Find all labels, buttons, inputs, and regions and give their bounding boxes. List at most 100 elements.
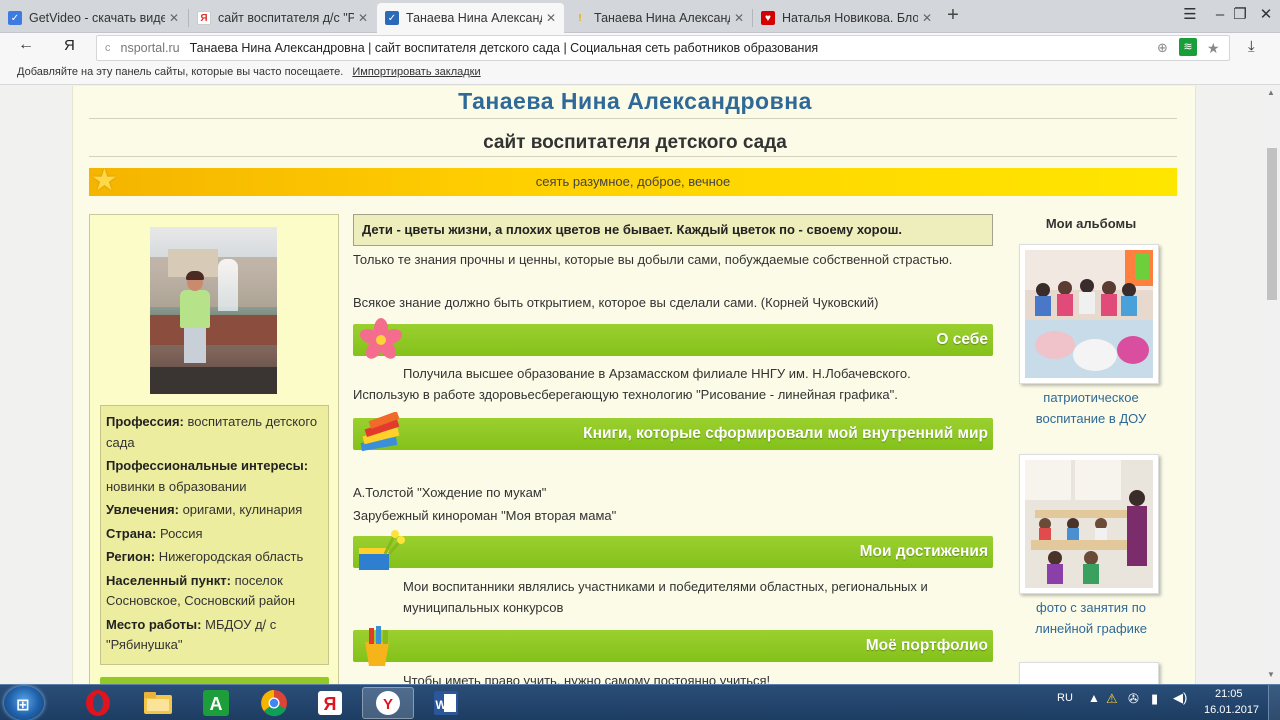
restore-icon[interactable]: ❐ [1226, 4, 1254, 26]
profile-interests: Профессиональные интересы: новинки в обр… [106, 456, 323, 497]
explorer-taskbar-button[interactable] [132, 687, 184, 719]
protect-icon[interactable]: ⊕ [1157, 40, 1168, 56]
yandex-logo-icon[interactable]: Я [64, 37, 75, 54]
close-tab-icon[interactable]: ✕ [734, 11, 744, 25]
star-icon: ★ [91, 164, 118, 197]
download-icon[interactable]: ⤓ [1248, 38, 1255, 55]
windows-taskbar: ⊞ A Я Y W RU ▲ ⚠ ✇ ▮ ◀) 21:05 16.01.2017 [0, 684, 1280, 720]
yandex-browser-icon: Y [376, 691, 400, 715]
close-tab-icon[interactable]: ✕ [922, 11, 932, 25]
album-caption[interactable]: патриотическое воспитание в ДОУ [1011, 388, 1171, 429]
clock-time[interactable]: 21:05 [1215, 688, 1243, 700]
show-hidden-icons-icon[interactable]: ▲ [1088, 691, 1100, 705]
hobbies-value: оригами, кулинария [182, 502, 303, 517]
show-desktop-button[interactable] [1268, 685, 1280, 720]
getvideo-favicon-icon: ✓ [8, 11, 22, 25]
achievements-paragraph: Мои воспитанники являлись участниками и … [403, 579, 928, 615]
svg-text:Я: Я [324, 694, 337, 714]
import-bookmarks-link[interactable]: Импортировать закладки [352, 66, 480, 78]
opera-taskbar-button[interactable] [72, 687, 124, 719]
fountain [218, 259, 238, 311]
warning-tray-icon[interactable]: ⚠ [1106, 691, 1118, 707]
profile-info: Профессия: воспитатель детского сада Про… [100, 405, 329, 665]
profile-region: Регион: Нижегородская область [106, 547, 323, 568]
portfolio-paragraph: Чтобы иметь право учить, нужно самому по… [403, 673, 771, 684]
interests-label: Профессиональные интересы: [106, 458, 309, 473]
pencil-cup-icon [365, 626, 389, 666]
wall [150, 315, 277, 345]
network-signal-icon[interactable]: ▮ [1151, 691, 1158, 707]
page-scrollbar[interactable]: ▲ ▼ [1264, 86, 1280, 684]
scroll-up-icon[interactable]: ▲ [1267, 88, 1275, 97]
bookmark-star-icon[interactable]: ★ [1207, 40, 1220, 57]
flower-icon [359, 318, 403, 359]
language-indicator[interactable]: RU [1057, 692, 1073, 704]
start-button[interactable]: ⊞ [4, 686, 44, 720]
profile-photo[interactable] [150, 227, 277, 394]
tab-tanaeva-active[interactable]: ✓ Танаева Нина Александр ✕ [377, 3, 564, 33]
tab-ryabinushka[interactable]: Я сайт воспитателя д/с "Рябин ✕ [189, 3, 376, 33]
profile-hobbies: Увлечения: оригами, кулинария [106, 500, 323, 521]
reload-icon[interactable]: c [105, 42, 111, 54]
tab-label: GetVideo - скачать видео с [29, 11, 165, 25]
address-field[interactable]: c nsportal.ru Танаева Нина Александровна… [96, 35, 1230, 61]
albums-title: Мои альбомы [1045, 216, 1137, 231]
word-taskbar-button[interactable]: W [420, 687, 472, 719]
yandex-icon: Я [318, 691, 342, 715]
page-viewport: Танаева Нина Александровна сайт воспитат… [0, 86, 1264, 684]
tab-getvideo[interactable]: ✓ GetVideo - скачать видео с ✕ [0, 3, 187, 33]
yandex-favicon-icon: Я [197, 11, 211, 25]
intro-paragraph: Всякое знание должно быть открытием, кот… [353, 295, 879, 310]
close-tab-icon[interactable]: ✕ [358, 11, 368, 25]
svg-text:A: A [210, 694, 223, 714]
album-thumbnail[interactable] [1019, 662, 1159, 684]
divider [89, 118, 1177, 119]
new-tab-button[interactable]: + [942, 4, 964, 28]
warning-favicon-icon: ! [578, 12, 582, 24]
shirt [180, 290, 210, 328]
pants [184, 327, 206, 363]
address-toolbar: ← Я c nsportal.ru Танаева Нина Александр… [0, 33, 1280, 63]
album-photo [1025, 460, 1153, 588]
tab-novikova-blog[interactable]: ♥ Наталья Новикова. Блог - С ✕ [753, 3, 940, 33]
country-label: Страна: [106, 525, 157, 541]
album-caption[interactable]: фото с занятия по линейной графике [1011, 598, 1171, 639]
section-header-about: О себе [353, 318, 993, 359]
tray-app-icon[interactable]: ✇ [1128, 691, 1139, 707]
windows-logo-icon: ⊞ [16, 697, 30, 714]
close-window-icon[interactable]: ✕ [1252, 4, 1280, 26]
about-paragraph: Использую в работе здоровьесберегающую т… [353, 387, 898, 402]
about-paragraph: Получила высшее образование в Арзамасско… [403, 366, 911, 381]
ground [150, 367, 277, 394]
album-thumbnail[interactable] [1019, 244, 1159, 384]
tab-label: сайт воспитателя д/с "Рябин [218, 11, 354, 25]
chrome-taskbar-button[interactable] [248, 687, 300, 719]
section-title: Моё портфолио [865, 637, 988, 654]
clock-date[interactable]: 16.01.2017 [1204, 704, 1259, 716]
close-tab-icon[interactable]: ✕ [169, 11, 179, 25]
wifi-icon[interactable]: ≋ [1179, 38, 1197, 56]
locality-label: Населенный пункт: [106, 572, 231, 588]
back-arrow-icon[interactable]: ← [18, 36, 34, 54]
page-title: Танаева Нина Александровна [458, 88, 812, 114]
scrollbar-thumb[interactable] [1267, 148, 1277, 300]
page-container: Танаева Нина Александровна сайт воспитат… [72, 86, 1196, 684]
books-flowers-icon [359, 530, 405, 570]
tab-bar: ✓ GetVideo - скачать видео с ✕ Я сайт во… [0, 0, 1280, 33]
scroll-down-icon[interactable]: ▼ [1267, 670, 1275, 679]
divider [89, 156, 1177, 157]
motto-text: сеять разумное, доброе, вечное [535, 174, 731, 189]
app-a-taskbar-button[interactable]: A [190, 687, 242, 719]
interests-value: новинки в образовании [106, 478, 247, 494]
volume-icon[interactable]: ◀) [1173, 690, 1187, 706]
album-thumbnail[interactable] [1019, 454, 1159, 594]
word-icon: W [434, 691, 458, 715]
close-tab-icon[interactable]: ✕ [546, 11, 556, 25]
tab-label: Танаева Нина Александр [406, 11, 542, 25]
menu-icon[interactable]: ☰ [1176, 4, 1204, 26]
chrome-icon [261, 690, 287, 717]
yandex-search-taskbar-button[interactable]: Я [304, 687, 356, 719]
tab-tanaeva-2[interactable]: ! Танаева Нина Александрова ✕ [565, 3, 752, 33]
yandex-browser-taskbar-button[interactable]: Y [362, 687, 414, 719]
album-photo [1025, 250, 1153, 378]
